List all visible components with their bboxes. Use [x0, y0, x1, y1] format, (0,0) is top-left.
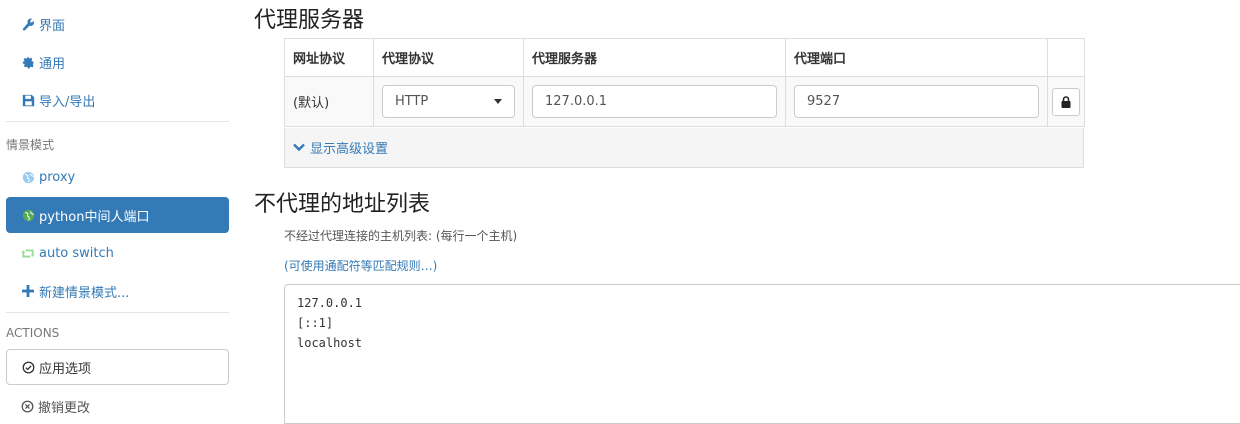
sidebar-item-import-export[interactable]: 导入/导出 [6, 82, 229, 118]
scheme-cell: (默认) [284, 76, 374, 127]
port-cell: 9527 [785, 76, 1048, 127]
column-header-port: 代理端口 [785, 38, 1048, 77]
plus-icon [21, 284, 35, 298]
protocol-select[interactable]: HTTP [382, 85, 515, 118]
sidebar-divider [6, 312, 229, 313]
discard-changes-label: 撤销更改 [38, 400, 91, 416]
globe-icon [21, 208, 35, 222]
sidebar-item-new-profile[interactable]: 新建情景模式... [6, 273, 229, 309]
chevron-down-icon [293, 143, 305, 152]
sidebar-item-label: 导入/导出 [39, 94, 96, 110]
sidebar-item-label: python中间人端口 [39, 209, 150, 225]
sidebar-item-label: 界面 [39, 18, 66, 34]
lock-auth-button[interactable] [1052, 87, 1080, 116]
bypass-list-title: 不代理的地址列表 [254, 192, 431, 217]
apply-options-button[interactable]: 应用选项 [6, 349, 229, 385]
proxy-server-input[interactable]: 127.0.0.1 [532, 85, 777, 118]
profiles-section-header: 情景模式 [6, 138, 55, 152]
proxy-servers-table: 网址协议 代理协议 代理服务器 代理端口 (默认) HTTP 127.0.0.1 [284, 38, 1085, 127]
sidebar-item-interface[interactable]: 界面 [6, 6, 229, 42]
sidebar-item-general[interactable]: 通用 [6, 44, 229, 80]
sidebar-item-python-mitm-port[interactable]: python中间人端口 [6, 197, 229, 233]
sidebar-item-proxy[interactable]: proxy [6, 159, 229, 195]
column-header-scheme: 网址协议 [284, 38, 374, 77]
proxy-server-value: 127.0.0.1 [545, 94, 608, 109]
actions-section-header: ACTIONS [6, 326, 60, 340]
proxy-port-value: 9527 [807, 94, 841, 109]
sidebar-item-label: 通用 [39, 56, 66, 72]
actions-cell [1047, 76, 1085, 127]
show-advanced-settings-toggle[interactable]: 显示高级设置 [284, 128, 1084, 168]
globe-icon [21, 170, 35, 184]
protocol-select-value: HTTP [395, 94, 429, 109]
lock-icon [1061, 95, 1071, 108]
column-header-actions [1047, 38, 1085, 77]
sidebar-item-label: auto switch [39, 245, 114, 261]
close-circle-icon [21, 400, 34, 413]
sidebar-item-auto-switch[interactable]: auto switch [6, 235, 229, 271]
sidebar-divider [6, 121, 229, 122]
show-advanced-settings-label: 显示高级设置 [310, 142, 389, 157]
table-header-row: 网址协议 代理协议 代理服务器 代理端口 [284, 38, 1085, 77]
sidebar: 界面 通用 导入/导出 情景模式 proxy python中间人端口 auto … [0, 0, 236, 416]
proxy-port-input[interactable]: 9527 [794, 85, 1039, 118]
retweet-icon [21, 246, 35, 260]
gear-icon [21, 55, 35, 69]
table-row: (默认) HTTP 127.0.0.1 9527 [284, 76, 1085, 127]
floppy-disk-icon [21, 93, 35, 107]
bypass-list-textarea[interactable]: 127.0.0.1 [::1] localhost [284, 284, 1240, 424]
column-header-server: 代理服务器 [523, 38, 786, 77]
sidebar-item-label: proxy [39, 169, 76, 185]
column-header-protocol: 代理协议 [373, 38, 524, 77]
sidebar-item-label: 新建情景模式... [39, 285, 130, 301]
wildcard-rules-link[interactable]: (可使用通配符等匹配规则…) [284, 257, 437, 274]
apply-options-label: 应用选项 [39, 361, 92, 377]
chevron-down-icon [494, 99, 502, 104]
discard-changes-button[interactable]: 撤销更改 [6, 391, 229, 421]
server-cell: 127.0.0.1 [523, 76, 786, 127]
check-circle-icon [22, 361, 35, 374]
proxy-servers-title: 代理服务器 [254, 8, 365, 33]
protocol-cell: HTTP [373, 76, 524, 127]
wrench-icon [21, 17, 35, 31]
bypass-help-text: 不经过代理连接的主机列表: (每行一个主机) [284, 229, 518, 243]
